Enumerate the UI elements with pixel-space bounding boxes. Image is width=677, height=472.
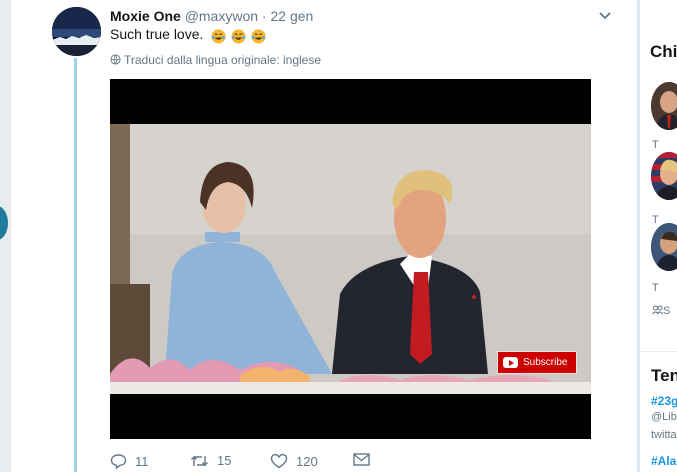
retweet-button[interactable]: 15 [190, 453, 231, 468]
tweet-actions: 11 15 120 [110, 453, 410, 472]
who-to-follow-heading: Chi [650, 42, 677, 61]
retweet-count: 15 [217, 453, 232, 468]
direct-message-button[interactable] [353, 453, 378, 466]
translate-label: Traduci dalla lingua originale: inglese [124, 53, 322, 67]
sidebar-divider [640, 351, 677, 352]
display-name[interactable]: Moxie One [110, 8, 181, 24]
suggested-user-avatar[interactable] [651, 152, 677, 200]
compose-button-edge[interactable] [0, 206, 8, 240]
laughing-emoji-icon [211, 29, 226, 44]
suggested-user-text: T [652, 139, 659, 151]
trend-subtext: @Lib [651, 411, 677, 423]
people-icon [652, 305, 663, 315]
right-sidebar: Chi T T T S Ten #23g @Lib twitta #Ala [639, 0, 677, 472]
user-handle[interactable]: @maxywon [185, 8, 258, 24]
emoji-row [211, 27, 267, 44]
youtube-logo-icon [503, 357, 518, 368]
suggested-user-avatar[interactable] [651, 82, 677, 130]
find-people-link[interactable]: S [652, 305, 670, 317]
suggested-user-text: T [652, 214, 659, 226]
trend-item[interactable]: #23g [651, 394, 677, 408]
tweet-header: Moxie One @maxywon · 22 gen [110, 8, 313, 24]
trend-item[interactable]: #Ala [651, 454, 676, 468]
tweet-card: Moxie One @maxywon · 22 gen Such true lo… [10, 0, 638, 472]
subscribe-label: Subscribe [523, 357, 568, 368]
laughing-emoji-icon [231, 29, 246, 44]
reply-count: 11 [135, 453, 149, 469]
header-separator: · [261, 8, 267, 24]
suggested-user-text: T [652, 282, 659, 294]
tweet-text: Such true love. [110, 26, 267, 44]
find-people-label: S [663, 305, 671, 317]
globe-icon [110, 54, 121, 65]
envelope-icon [353, 453, 370, 466]
translate-link[interactable]: Traduci dalla lingua originale: inglese [110, 53, 321, 67]
suggested-user-avatar[interactable] [651, 223, 677, 271]
video-player[interactable]: Subscribe [110, 79, 591, 439]
like-count: 120 [296, 453, 318, 469]
avatar[interactable] [52, 7, 101, 56]
thread-line [74, 58, 77, 472]
chevron-down-icon[interactable] [597, 9, 613, 23]
left-edge [0, 0, 10, 472]
laughing-emoji-icon [251, 29, 266, 44]
heart-icon [270, 453, 288, 469]
reply-button[interactable]: 11 [110, 453, 149, 469]
timestamp[interactable]: 22 gen [270, 8, 313, 24]
tweet-text-body: Such true love. [110, 26, 204, 42]
retweet-icon [191, 454, 208, 467]
subscribe-button[interactable]: Subscribe [497, 351, 577, 374]
reply-icon [110, 454, 127, 469]
trends-heading: Ten [651, 366, 677, 385]
like-button[interactable]: 120 [270, 453, 318, 469]
trend-subtext: twitta [651, 429, 677, 441]
video-frame[interactable]: Subscribe [110, 124, 591, 394]
